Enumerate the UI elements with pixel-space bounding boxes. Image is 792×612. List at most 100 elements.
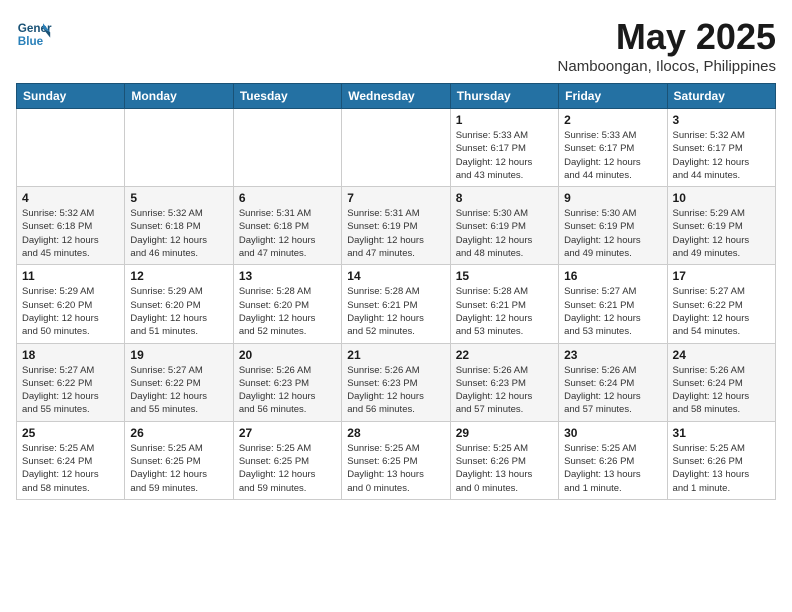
day-number: 15 xyxy=(456,269,553,283)
day-info: Sunrise: 5:26 AM Sunset: 6:23 PM Dayligh… xyxy=(347,364,444,417)
calendar-cell: 24 Sunrise: 5:26 AM Sunset: 6:24 PM Dayli… xyxy=(667,343,775,421)
day-info: Sunrise: 5:30 AM Sunset: 6:19 PM Dayligh… xyxy=(456,207,553,260)
day-number: 18 xyxy=(22,348,119,362)
weekday-header-friday: Friday xyxy=(559,84,667,109)
day-info: Sunrise: 5:25 AM Sunset: 6:25 PM Dayligh… xyxy=(239,442,336,495)
day-number: 29 xyxy=(456,426,553,440)
weekday-header-monday: Monday xyxy=(125,84,233,109)
calendar-cell: 27 Sunrise: 5:25 AM Sunset: 6:25 PM Dayli… xyxy=(233,421,341,499)
day-info: Sunrise: 5:25 AM Sunset: 6:25 PM Dayligh… xyxy=(347,442,444,495)
day-info: Sunrise: 5:26 AM Sunset: 6:24 PM Dayligh… xyxy=(564,364,661,417)
day-number: 28 xyxy=(347,426,444,440)
day-info: Sunrise: 5:25 AM Sunset: 6:24 PM Dayligh… xyxy=(22,442,119,495)
weekday-header-row: SundayMondayTuesdayWednesdayThursdayFrid… xyxy=(17,84,776,109)
day-info: Sunrise: 5:27 AM Sunset: 6:22 PM Dayligh… xyxy=(673,285,770,338)
day-info: Sunrise: 5:33 AM Sunset: 6:17 PM Dayligh… xyxy=(456,129,553,182)
day-number: 16 xyxy=(564,269,661,283)
calendar-week-row: 18 Sunrise: 5:27 AM Sunset: 6:22 PM Dayli… xyxy=(17,343,776,421)
day-info: Sunrise: 5:31 AM Sunset: 6:19 PM Dayligh… xyxy=(347,207,444,260)
day-number: 27 xyxy=(239,426,336,440)
calendar-cell: 7 Sunrise: 5:31 AM Sunset: 6:19 PM Daylig… xyxy=(342,187,450,265)
day-number: 2 xyxy=(564,113,661,127)
day-number: 1 xyxy=(456,113,553,127)
day-info: Sunrise: 5:28 AM Sunset: 6:21 PM Dayligh… xyxy=(456,285,553,338)
calendar-cell: 11 Sunrise: 5:29 AM Sunset: 6:20 PM Dayli… xyxy=(17,265,125,343)
day-number: 23 xyxy=(564,348,661,362)
calendar-cell: 17 Sunrise: 5:27 AM Sunset: 6:22 PM Dayli… xyxy=(667,265,775,343)
calendar-table: SundayMondayTuesdayWednesdayThursdayFrid… xyxy=(16,83,776,500)
day-info: Sunrise: 5:29 AM Sunset: 6:20 PM Dayligh… xyxy=(130,285,227,338)
calendar-cell: 8Sunrise: 5:30 AM Sunset: 6:19 PM Daylig… xyxy=(450,187,558,265)
calendar-cell: 14 Sunrise: 5:28 AM Sunset: 6:21 PM Dayli… xyxy=(342,265,450,343)
day-number: 22 xyxy=(456,348,553,362)
calendar-cell: 1 Sunrise: 5:33 AM Sunset: 6:17 PM Daylig… xyxy=(450,109,558,187)
calendar-cell: 30Sunrise: 5:25 AM Sunset: 6:26 PM Dayli… xyxy=(559,421,667,499)
calendar-cell: 21 Sunrise: 5:26 AM Sunset: 6:23 PM Dayli… xyxy=(342,343,450,421)
day-info: Sunrise: 5:29 AM Sunset: 6:19 PM Dayligh… xyxy=(673,207,770,260)
day-number: 14 xyxy=(347,269,444,283)
calendar-cell: 28 Sunrise: 5:25 AM Sunset: 6:25 PM Dayli… xyxy=(342,421,450,499)
calendar-week-row: 25 Sunrise: 5:25 AM Sunset: 6:24 PM Dayli… xyxy=(17,421,776,499)
day-number: 9 xyxy=(564,191,661,205)
svg-text:Blue: Blue xyxy=(18,35,44,48)
calendar-cell xyxy=(342,109,450,187)
day-number: 10 xyxy=(673,191,770,205)
day-number: 3 xyxy=(673,113,770,127)
calendar-cell: 19 Sunrise: 5:27 AM Sunset: 6:22 PM Dayli… xyxy=(125,343,233,421)
day-number: 21 xyxy=(347,348,444,362)
day-number: 4 xyxy=(22,191,119,205)
calendar-cell: 5 Sunrise: 5:32 AM Sunset: 6:18 PM Daylig… xyxy=(125,187,233,265)
day-number: 31 xyxy=(673,426,770,440)
calendar-cell: 13Sunrise: 5:28 AM Sunset: 6:20 PM Dayli… xyxy=(233,265,341,343)
day-number: 30 xyxy=(564,426,661,440)
day-info: Sunrise: 5:32 AM Sunset: 6:18 PM Dayligh… xyxy=(130,207,227,260)
calendar-cell xyxy=(17,109,125,187)
calendar-cell: 25 Sunrise: 5:25 AM Sunset: 6:24 PM Dayli… xyxy=(17,421,125,499)
day-number: 5 xyxy=(130,191,227,205)
day-info: Sunrise: 5:27 AM Sunset: 6:22 PM Dayligh… xyxy=(22,364,119,417)
day-info: Sunrise: 5:32 AM Sunset: 6:17 PM Dayligh… xyxy=(673,129,770,182)
calendar-cell: 29Sunrise: 5:25 AM Sunset: 6:26 PM Dayli… xyxy=(450,421,558,499)
page-header: General Blue May 2025 Namboongan, Ilocos… xyxy=(16,16,776,75)
logo: General Blue xyxy=(16,16,52,52)
day-info: Sunrise: 5:26 AM Sunset: 6:23 PM Dayligh… xyxy=(239,364,336,417)
weekday-header-wednesday: Wednesday xyxy=(342,84,450,109)
calendar-cell: 3 Sunrise: 5:32 AM Sunset: 6:17 PM Daylig… xyxy=(667,109,775,187)
weekday-header-tuesday: Tuesday xyxy=(233,84,341,109)
calendar-cell: 2Sunrise: 5:33 AM Sunset: 6:17 PM Daylig… xyxy=(559,109,667,187)
calendar-cell: 16Sunrise: 5:27 AM Sunset: 6:21 PM Dayli… xyxy=(559,265,667,343)
day-info: Sunrise: 5:28 AM Sunset: 6:21 PM Dayligh… xyxy=(347,285,444,338)
calendar-cell: 6 Sunrise: 5:31 AM Sunset: 6:18 PM Daylig… xyxy=(233,187,341,265)
calendar-cell: 10 Sunrise: 5:29 AM Sunset: 6:19 PM Dayli… xyxy=(667,187,775,265)
day-number: 25 xyxy=(22,426,119,440)
day-number: 6 xyxy=(239,191,336,205)
calendar-cell: 26 Sunrise: 5:25 AM Sunset: 6:25 PM Dayli… xyxy=(125,421,233,499)
day-number: 17 xyxy=(673,269,770,283)
calendar-cell: 20Sunrise: 5:26 AM Sunset: 6:23 PM Dayli… xyxy=(233,343,341,421)
day-number: 13 xyxy=(239,269,336,283)
logo-icon: General Blue xyxy=(16,16,52,52)
calendar-week-row: 1 Sunrise: 5:33 AM Sunset: 6:17 PM Daylig… xyxy=(17,109,776,187)
day-number: 19 xyxy=(130,348,227,362)
calendar-cell: 23 Sunrise: 5:26 AM Sunset: 6:24 PM Dayli… xyxy=(559,343,667,421)
day-info: Sunrise: 5:25 AM Sunset: 6:25 PM Dayligh… xyxy=(130,442,227,495)
day-info: Sunrise: 5:27 AM Sunset: 6:22 PM Dayligh… xyxy=(130,364,227,417)
day-info: Sunrise: 5:29 AM Sunset: 6:20 PM Dayligh… xyxy=(22,285,119,338)
day-info: Sunrise: 5:26 AM Sunset: 6:24 PM Dayligh… xyxy=(673,364,770,417)
day-number: 11 xyxy=(22,269,119,283)
day-number: 7 xyxy=(347,191,444,205)
calendar-cell: 22 Sunrise: 5:26 AM Sunset: 6:23 PM Dayli… xyxy=(450,343,558,421)
day-info: Sunrise: 5:26 AM Sunset: 6:23 PM Dayligh… xyxy=(456,364,553,417)
calendar-cell: 15 Sunrise: 5:28 AM Sunset: 6:21 PM Dayli… xyxy=(450,265,558,343)
day-number: 24 xyxy=(673,348,770,362)
day-info: Sunrise: 5:31 AM Sunset: 6:18 PM Dayligh… xyxy=(239,207,336,260)
day-info: Sunrise: 5:25 AM Sunset: 6:26 PM Dayligh… xyxy=(673,442,770,495)
weekday-header-saturday: Saturday xyxy=(667,84,775,109)
calendar-week-row: 11 Sunrise: 5:29 AM Sunset: 6:20 PM Dayli… xyxy=(17,265,776,343)
calendar-cell xyxy=(233,109,341,187)
day-number: 26 xyxy=(130,426,227,440)
calendar-week-row: 4 Sunrise: 5:32 AM Sunset: 6:18 PM Daylig… xyxy=(17,187,776,265)
calendar-cell xyxy=(125,109,233,187)
weekday-header-thursday: Thursday xyxy=(450,84,558,109)
calendar-cell: 9Sunrise: 5:30 AM Sunset: 6:19 PM Daylig… xyxy=(559,187,667,265)
